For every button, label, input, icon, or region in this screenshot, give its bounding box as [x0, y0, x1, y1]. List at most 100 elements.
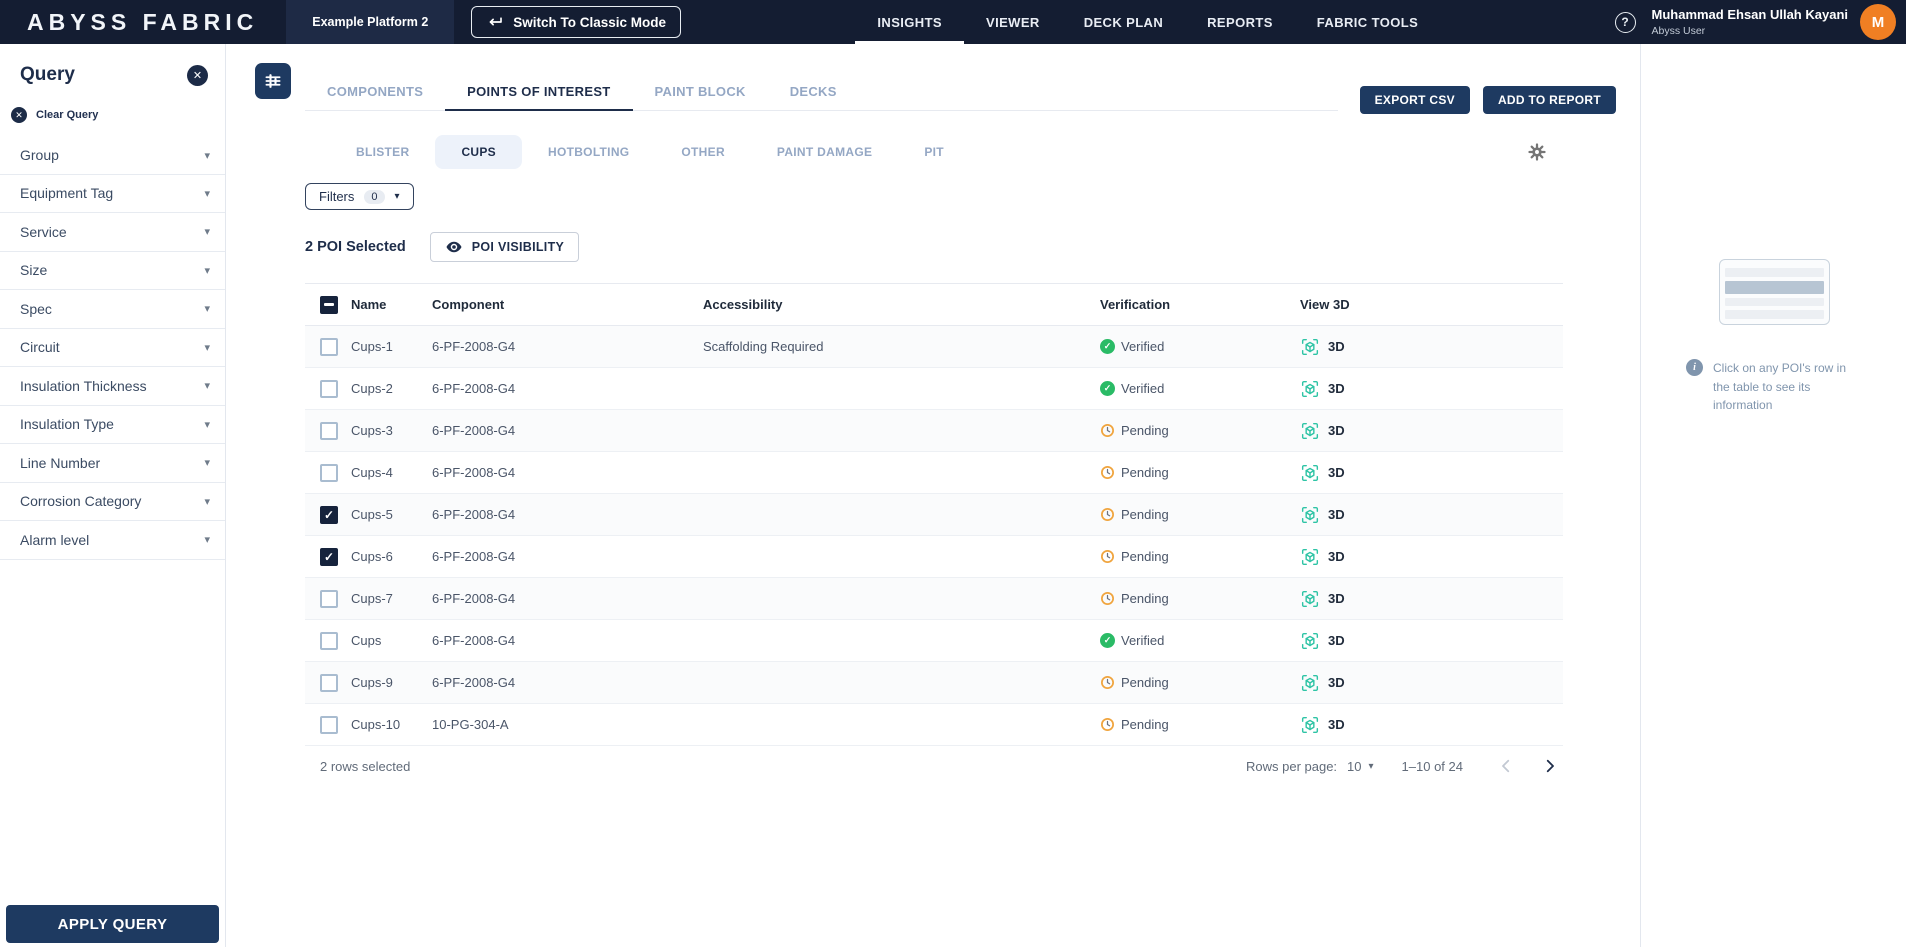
row-checkbox[interactable]: ✓: [320, 715, 338, 734]
topbar: ABYSS FABRIC Example Platform 2 Switch T…: [0, 0, 1906, 44]
table-row[interactable]: ✓ Cups-5 6-PF-2008-G4 Pending 3D: [305, 494, 1563, 536]
subtab-pit[interactable]: PIT: [898, 135, 970, 169]
row-checkbox[interactable]: ✓: [320, 463, 338, 482]
view-3d-button[interactable]: 3D: [1300, 715, 1563, 735]
help-icon[interactable]: ?: [1614, 11, 1636, 33]
sidebar-item-circuit[interactable]: Circuit ▾: [0, 329, 225, 367]
poi-name: Cups-6: [351, 549, 393, 564]
row-checkbox[interactable]: ✓: [320, 505, 338, 524]
tab-decks[interactable]: DECKS: [768, 74, 859, 111]
row-checkbox[interactable]: ✓: [320, 673, 338, 692]
sidebar-item-corrosion-category[interactable]: Corrosion Category ▾: [0, 483, 225, 521]
query-sidebar: Query ✕ ✕ Clear Query Group ▾ Equipment …: [0, 44, 226, 947]
apply-query-button[interactable]: APPLY QUERY: [6, 905, 219, 943]
view-3d-button[interactable]: 3D: [1300, 673, 1563, 693]
subtab-blister[interactable]: BLISTER: [330, 135, 435, 169]
poi-name: Cups-7: [351, 591, 393, 606]
row-checkbox[interactable]: ✓: [320, 589, 338, 608]
table-row[interactable]: ✓ Cups-1 6-PF-2008-G4 Scaffolding Requir…: [305, 326, 1563, 368]
table-row[interactable]: ✓ Cups-4 6-PF-2008-G4 Pending 3D: [305, 452, 1563, 494]
table-row[interactable]: ✓ Cups-3 6-PF-2008-G4 Pending 3D: [305, 410, 1563, 452]
avatar[interactable]: M: [1860, 4, 1896, 40]
platform-selector[interactable]: Example Platform 2: [286, 0, 455, 44]
query-toggle-button[interactable]: [255, 63, 291, 99]
next-page-button[interactable]: [1541, 757, 1559, 775]
view-3d-label: 3D: [1328, 591, 1345, 606]
sidebar-item-line-number[interactable]: Line Number ▾: [0, 444, 225, 483]
poi-component: 6-PF-2008-G4: [432, 591, 516, 606]
view-3d-button[interactable]: 3D: [1300, 631, 1563, 651]
sidebar-item-insulation-type[interactable]: Insulation Type ▾: [0, 406, 225, 444]
verification-label: Pending: [1121, 423, 1169, 438]
filters-dropdown[interactable]: Filters 0 ▾: [305, 183, 414, 210]
table-settings-button[interactable]: [1528, 143, 1546, 161]
row-checkbox[interactable]: ✓: [320, 337, 338, 356]
export-csv-button[interactable]: EXPORT CSV: [1359, 86, 1470, 114]
sidebar-item-alarm-level[interactable]: Alarm level ▾: [0, 521, 225, 560]
subtab-label: BLISTER: [356, 145, 410, 159]
table-row[interactable]: ✓ Cups-2 6-PF-2008-G4 Verified 3D: [305, 368, 1563, 410]
poi-visibility-button[interactable]: POI VISIBILITY: [429, 232, 580, 262]
sidebar-item-spec[interactable]: Spec ▾: [0, 290, 225, 329]
view-3d-button[interactable]: 3D: [1300, 547, 1563, 567]
add-to-report-button[interactable]: ADD TO REPORT: [1482, 86, 1616, 114]
previous-page-button[interactable]: [1497, 757, 1515, 775]
poi-name: Cups-10: [351, 717, 401, 732]
table-row[interactable]: ✓ Cups-7 6-PF-2008-G4 Pending 3D: [305, 578, 1563, 620]
verification-label: Pending: [1121, 507, 1169, 522]
tab-paint-block[interactable]: PAINT BLOCK: [633, 74, 768, 111]
tab-components[interactable]: COMPONENTS: [305, 74, 445, 111]
col-header-accessibility: Accessibility: [703, 297, 783, 312]
nav-item-reports[interactable]: REPORTS: [1185, 0, 1295, 44]
nav-item-insights[interactable]: INSIGHTS: [855, 0, 965, 44]
subtab-other[interactable]: OTHER: [655, 135, 751, 169]
row-checkbox[interactable]: ✓: [320, 631, 338, 650]
poi-name: Cups-3: [351, 423, 393, 438]
poi-name: Cups-1: [351, 339, 393, 354]
sidebar-item-size[interactable]: Size ▾: [0, 252, 225, 290]
clear-query-icon: ✕: [11, 107, 27, 123]
table-row[interactable]: ✓ Cups-6 6-PF-2008-G4 Pending 3D: [305, 536, 1563, 578]
row-checkbox[interactable]: ✓: [320, 421, 338, 440]
poi-component: 6-PF-2008-G4: [432, 507, 516, 522]
switch-classic-mode-button[interactable]: Switch To Classic Mode: [471, 6, 682, 38]
view-3d-button[interactable]: 3D: [1300, 379, 1563, 399]
tab-label: PAINT BLOCK: [654, 84, 746, 99]
nav-item-deck-plan[interactable]: DECK PLAN: [1062, 0, 1185, 44]
subtab-hotbolting[interactable]: HOTBOLTING: [522, 135, 655, 169]
select-all-checkbox[interactable]: [320, 295, 338, 314]
clear-query-button[interactable]: ✕ Clear Query: [11, 107, 225, 123]
view-3d-button[interactable]: 3D: [1300, 505, 1563, 525]
sidebar-item-equipment-tag[interactable]: Equipment Tag ▾: [0, 175, 225, 213]
subtab-label: CUPS: [461, 145, 496, 159]
tab-points-of-interest[interactable]: POINTS OF INTEREST: [445, 74, 633, 111]
poi-name: Cups-5: [351, 507, 393, 522]
main-content: COMPONENTS POINTS OF INTEREST PAINT BLOCK D…: [226, 44, 1640, 947]
view-3d-button[interactable]: 3D: [1300, 463, 1563, 483]
poi-component: 6-PF-2008-G4: [432, 549, 516, 564]
filter-accordion-label: Insulation Thickness: [20, 377, 147, 394]
sidebar-item-service[interactable]: Service ▾: [0, 213, 225, 252]
view-3d-button[interactable]: 3D: [1300, 337, 1563, 357]
view-3d-button[interactable]: 3D: [1300, 421, 1563, 441]
chevron-down-icon: ▾: [204, 457, 210, 470]
poi-visibility-label: POI VISIBILITY: [471, 240, 565, 254]
close-query-icon[interactable]: ✕: [187, 64, 208, 86]
user-menu[interactable]: Muhammad Ehsan Ullah Kayani Abyss User: [1652, 6, 1849, 38]
row-checkbox[interactable]: ✓: [320, 379, 338, 398]
table-row[interactable]: ✓ Cups-10 10-PG-304-A Pending 3D: [305, 704, 1563, 746]
table-row[interactable]: ✓ Cups-9 6-PF-2008-G4 Pending 3D: [305, 662, 1563, 704]
poi-verification: Verified: [1100, 381, 1300, 396]
sidebar-item-group[interactable]: Group ▾: [0, 136, 225, 175]
cube-3d-icon: [1300, 463, 1320, 483]
row-checkbox[interactable]: ✓: [320, 547, 338, 566]
nav-item-viewer[interactable]: VIEWER: [964, 0, 1062, 44]
return-arrow-icon: [486, 13, 504, 31]
sidebar-item-insulation-thickness[interactable]: Insulation Thickness ▾: [0, 367, 225, 406]
view-3d-button[interactable]: 3D: [1300, 589, 1563, 609]
table-row[interactable]: ✓ Cups 6-PF-2008-G4 Verified 3D: [305, 620, 1563, 662]
rows-per-page-select[interactable]: 10 ▾: [1347, 759, 1374, 774]
nav-item-fabric-tools[interactable]: FABRIC TOOLS: [1295, 0, 1440, 44]
subtab-cups[interactable]: CUPS: [435, 135, 522, 169]
subtab-paint-damage[interactable]: PAINT DAMAGE: [751, 135, 898, 169]
